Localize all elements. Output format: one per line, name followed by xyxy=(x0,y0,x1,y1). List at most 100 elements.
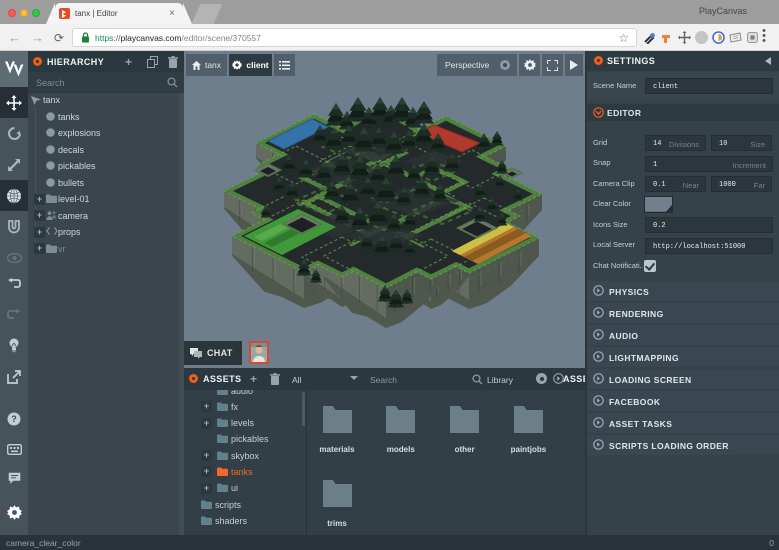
settings-section-scripts-loading-order[interactable]: SCRIPTS LOADING ORDER xyxy=(587,435,779,455)
scene-list-button[interactable] xyxy=(274,54,295,76)
blue-circle-extension-icon[interactable] xyxy=(712,31,725,44)
detail-view-icon[interactable] xyxy=(536,373,547,384)
orange-tool-extension-icon[interactable] xyxy=(660,31,673,44)
maximize-window-button[interactable] xyxy=(32,9,40,17)
bookmark-star-icon[interactable]: ☆ xyxy=(618,31,629,45)
assets-tree-item-tanks[interactable]: + tanks xyxy=(184,464,306,480)
hierarchy-item-pickables[interactable]: pickables xyxy=(28,158,184,175)
fullscreen-button[interactable] xyxy=(542,54,563,76)
hierarchy-item-tanks[interactable]: tanks xyxy=(28,109,184,126)
asset-folder-materials[interactable]: materials xyxy=(305,404,369,454)
browser-tab[interactable]: tanx | Editor × xyxy=(46,3,192,24)
assets-tree-item-pickables[interactable]: pickables xyxy=(184,431,306,447)
add-asset-icon[interactable]: + xyxy=(250,372,257,386)
expand-icon[interactable]: + xyxy=(201,466,212,478)
asset-folder-trims[interactable]: trims xyxy=(305,478,369,528)
hierarchy-item-decals[interactable]: decals xyxy=(28,142,184,159)
expand-icon[interactable]: + xyxy=(34,226,45,238)
scene-name-input[interactable]: client xyxy=(645,78,773,94)
camera-mode-dropdown[interactable]: Perspective xyxy=(437,54,517,76)
expand-icon[interactable]: + xyxy=(201,482,212,494)
asset-folder-other[interactable]: other xyxy=(433,404,497,454)
asset-folder-paintjobs[interactable]: paintjobs xyxy=(496,404,560,454)
assets-tree-item-ui[interactable]: + ui xyxy=(184,480,306,496)
back-icon[interactable]: ← xyxy=(8,30,21,45)
move-cross-extension-icon[interactable] xyxy=(678,31,691,44)
delete-asset-icon[interactable] xyxy=(270,373,280,385)
asset-store-label[interactable]: ASSET xyxy=(563,374,585,384)
project-button[interactable]: tanx xyxy=(186,54,227,76)
settings-section-physics[interactable]: PHYSICS xyxy=(587,281,779,301)
minimize-window-button[interactable] xyxy=(20,9,28,17)
clear-color-swatch[interactable] xyxy=(644,195,673,213)
setting-input[interactable]: 0.2 xyxy=(645,217,773,234)
settings-section-asset-tasks[interactable]: ASSET TASKS xyxy=(587,413,779,433)
world-toggle-button[interactable] xyxy=(0,180,28,211)
duplicate-entity-icon[interactable] xyxy=(147,56,158,68)
browser-profile-name[interactable]: PlayCanvas xyxy=(699,6,747,16)
frame-extension-icon[interactable] xyxy=(746,31,759,44)
reload-icon[interactable]: ⟳ xyxy=(54,31,64,45)
assets-tree-item-shaders[interactable]: shaders xyxy=(184,513,306,529)
move-tool[interactable] xyxy=(0,87,28,118)
expand-icon[interactable]: + xyxy=(201,417,212,429)
rotate-tool[interactable] xyxy=(0,118,28,149)
assets-tree-item-scripts[interactable]: scripts xyxy=(184,497,306,513)
new-tab-button[interactable] xyxy=(191,4,223,24)
hierarchy-search[interactable]: Search xyxy=(28,72,184,93)
assets-tree-item-levels[interactable]: + levels xyxy=(184,415,306,431)
expand-icon[interactable]: + xyxy=(34,193,45,205)
library-label[interactable]: Library xyxy=(487,375,513,385)
settings-section-rendering[interactable]: RENDERING xyxy=(587,303,779,323)
grey-circle-extension-icon[interactable] xyxy=(695,31,708,44)
add-entity-icon[interactable]: + xyxy=(125,55,132,69)
assets-tree-item-audio[interactable]: audio xyxy=(184,390,306,399)
setting-input[interactable]: http://localhost:51000 xyxy=(645,237,773,254)
hierarchy-item-level-01[interactable]: + level-01 xyxy=(28,191,184,208)
settings-section-lightmapping[interactable]: LIGHTMAPPING xyxy=(587,347,779,367)
assets-tree-item-fx[interactable]: + fx xyxy=(184,399,306,415)
viewport-settings-button[interactable] xyxy=(519,54,540,76)
expand-icon[interactable]: + xyxy=(34,243,45,254)
setting-input[interactable]: 0.1 Near xyxy=(645,176,706,193)
hierarchy-item-vr[interactable]: + vr xyxy=(28,241,184,258)
scene-settings-button[interactable]: client xyxy=(229,54,272,76)
hierarchy-item-camera[interactable]: + camera xyxy=(28,208,184,225)
expand-icon[interactable]: + xyxy=(34,210,45,221)
chat-bar[interactable]: CHAT xyxy=(184,341,242,365)
setting-input[interactable]: 14 Divisions xyxy=(645,135,706,151)
chat-notification-checkbox[interactable] xyxy=(644,259,656,272)
viewport-3d[interactable]: tanx client Perspective CHAT xyxy=(184,51,585,368)
close-window-button[interactable] xyxy=(8,9,16,17)
collapse-settings-icon[interactable] xyxy=(765,57,771,65)
expand-icon[interactable]: + xyxy=(201,401,212,413)
browser-menu-icon[interactable]: • • • xyxy=(762,26,766,47)
undo-button[interactable] xyxy=(0,268,28,299)
delete-entity-icon[interactable] xyxy=(168,56,178,68)
hierarchy-item-bullets[interactable]: bullets xyxy=(28,175,184,192)
tab-close-icon[interactable]: × xyxy=(169,8,175,19)
snap-tool[interactable] xyxy=(0,211,28,242)
user-avatar[interactable] xyxy=(249,341,269,364)
controls-button[interactable] xyxy=(0,434,28,465)
asset-filter-dropdown[interactable]: All xyxy=(292,375,301,385)
hierarchy-item-tanx[interactable]: tanx xyxy=(28,92,184,109)
settings-section-loading-screen[interactable]: LOADING SCREEN xyxy=(587,369,779,389)
editor-section-header[interactable]: EDITOR xyxy=(587,104,779,121)
url-bar[interactable]: https://playcanvas.com/editor/scene/3705… xyxy=(72,27,637,47)
forward-icon[interactable]: → xyxy=(31,30,44,45)
expand-icon[interactable]: + xyxy=(201,450,212,462)
hierarchy-item-explosions[interactable]: explosions xyxy=(28,125,184,142)
setting-input[interactable]: 1 Increment xyxy=(645,155,773,172)
setting-input[interactable]: 1000 Far xyxy=(711,176,772,193)
lighting-button[interactable] xyxy=(0,330,28,361)
redo-button[interactable] xyxy=(0,299,28,330)
eyedropper-extension-icon[interactable] xyxy=(643,31,656,44)
feedback-button[interactable] xyxy=(0,463,28,494)
launch-button[interactable] xyxy=(565,54,583,76)
help-button[interactable]: ? xyxy=(0,403,28,434)
notes-extension-icon[interactable] xyxy=(729,31,742,44)
scale-tool[interactable] xyxy=(0,149,28,180)
settings-section-audio[interactable]: AUDIO xyxy=(587,325,779,345)
launch-button[interactable] xyxy=(0,361,28,392)
